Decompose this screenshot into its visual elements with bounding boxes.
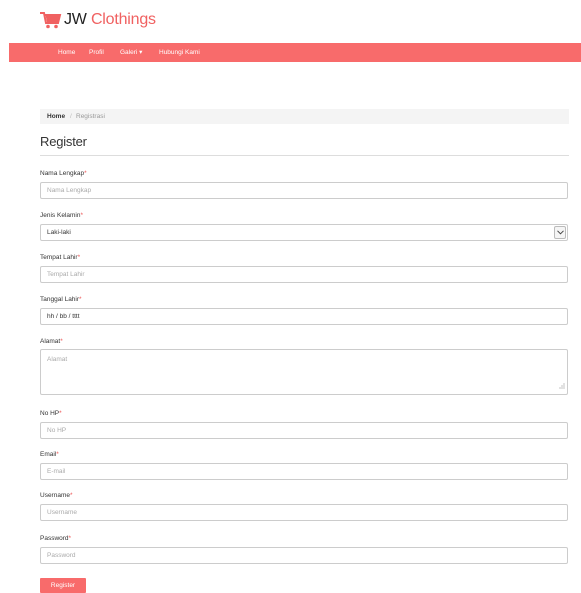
brand-name: JW Clothings [64, 11, 156, 29]
page-title: Register [40, 134, 87, 149]
password-label-text: Password [40, 535, 69, 542]
brand-name-jw: JW [64, 11, 87, 28]
jenis-kelamin-label-text: Jenis Kelamin [40, 212, 81, 219]
nama-lengkap-label: Nama Lengkap* [40, 170, 87, 177]
no-hp-label-text: No HP [40, 410, 60, 417]
username-input[interactable]: Username [40, 504, 568, 521]
required-mark: * [69, 492, 73, 499]
required-mark: * [84, 170, 87, 177]
tempat-lahir-input[interactable]: Tempat Lahir [40, 266, 568, 283]
required-mark: * [59, 410, 62, 417]
title-divider [40, 155, 569, 156]
password-label: Password* [40, 535, 71, 542]
main-navbar: Home Profil Galeri ▾ Hubungi Kami [9, 43, 581, 62]
shopping-cart-icon [40, 11, 62, 29]
username-label: Username* [40, 492, 73, 499]
tanggal-lahir-label-text: Tanggal Lahir [40, 296, 80, 303]
nav-item-home[interactable]: Home [58, 43, 75, 62]
tanggal-lahir-label: Tanggal Lahir* [40, 296, 82, 303]
email-label-text: Email [40, 451, 57, 458]
no-hp-input[interactable]: No HP [40, 422, 568, 439]
tempat-lahir-label-text: Tempat Lahir [40, 254, 78, 261]
jenis-kelamin-label: Jenis Kelamin* [40, 212, 83, 219]
jenis-kelamin-select[interactable]: Laki-laki [40, 224, 568, 241]
chevron-down-icon[interactable] [554, 226, 566, 239]
required-mark: * [60, 338, 63, 345]
tempat-lahir-label: Tempat Lahir* [40, 254, 80, 261]
nav-item-galeri[interactable]: Galeri ▾ [120, 43, 142, 62]
breadcrumb-separator: / [70, 113, 72, 120]
tanggal-lahir-input[interactable]: hh / bb / tttt [40, 308, 568, 325]
resize-grip-icon[interactable] [559, 383, 565, 392]
alamat-label: Alamat* [40, 338, 63, 345]
nama-lengkap-input[interactable]: Nama Lengkap [40, 182, 568, 199]
password-input[interactable]: Password [40, 547, 568, 564]
brand-name-clothings: Clothings [90, 11, 156, 28]
nav-item-profil[interactable]: Profil [89, 43, 104, 62]
breadcrumb: Home / Registrasi [40, 109, 569, 124]
required-mark: * [80, 212, 83, 219]
brand-logo[interactable]: JW Clothings [40, 10, 156, 30]
alamat-placeholder: Alamat [47, 356, 68, 363]
email-label: Email* [40, 451, 59, 458]
required-mark: * [56, 451, 59, 458]
alamat-textarea[interactable]: Alamat [40, 349, 568, 395]
username-label-text: Username [40, 492, 70, 499]
required-mark: * [68, 535, 72, 542]
alamat-label-text: Alamat [40, 338, 61, 345]
required-mark: * [77, 254, 81, 261]
breadcrumb-current: Registrasi [76, 113, 105, 120]
nama-lengkap-label-text: Nama Lengkap [40, 170, 85, 177]
breadcrumb-home-link[interactable]: Home [47, 109, 65, 124]
email-input[interactable]: E-mail [40, 463, 568, 480]
no-hp-label: No HP* [40, 410, 62, 417]
nav-item-hubungi-kami[interactable]: Hubungi Kami [159, 43, 200, 62]
required-mark: * [79, 296, 82, 303]
jenis-kelamin-value: Laki-laki [47, 229, 71, 236]
